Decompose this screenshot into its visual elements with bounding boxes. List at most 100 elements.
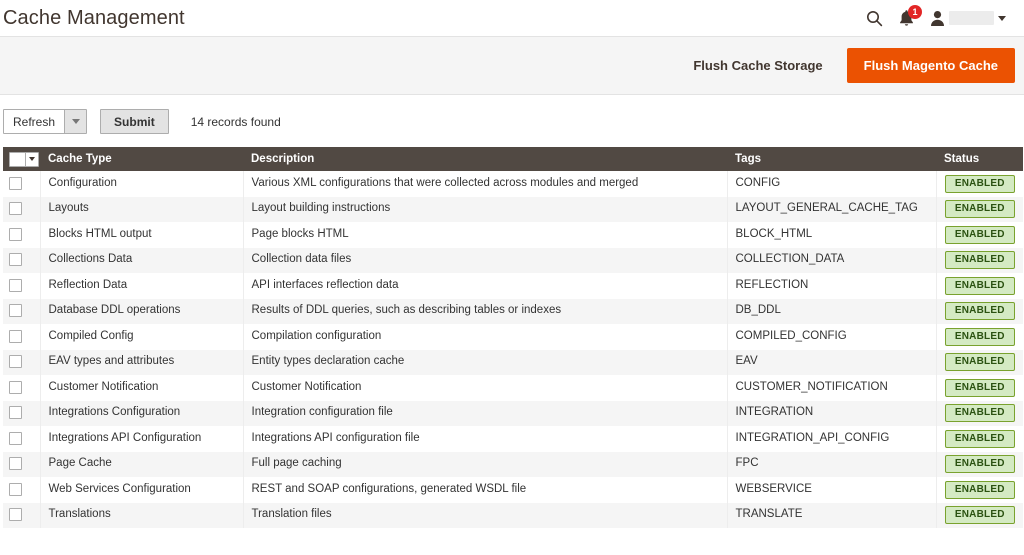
- table-row[interactable]: Compiled Config Compilation configuration…: [3, 324, 1023, 350]
- table-row[interactable]: Layouts Layout building instructions LAYOU…: [3, 196, 1023, 223]
- submit-button[interactable]: Submit: [100, 109, 169, 134]
- tags-cell: FPC: [727, 451, 937, 477]
- status-cell: ENABLED: [936, 350, 1023, 376]
- row-select-cell[interactable]: [3, 222, 41, 248]
- table-row[interactable]: Configuration Various XML configurations …: [3, 171, 1023, 197]
- records-found-label: 14 records found: [190, 114, 281, 129]
- table-row[interactable]: Collections Data Collection data files COL…: [3, 247, 1023, 274]
- row-select-cell[interactable]: [3, 375, 41, 401]
- cache-type-cell: Collections Data: [40, 247, 244, 273]
- table-row[interactable]: Blocks HTML output Page blocks HTML BLOCK_…: [3, 222, 1023, 248]
- row-checkbox[interactable]: [9, 355, 22, 369]
- row-checkbox[interactable]: [9, 227, 22, 241]
- row-checkbox[interactable]: [9, 482, 22, 496]
- table-row[interactable]: Integrations Configuration Integration co…: [3, 400, 1023, 426]
- row-checkbox[interactable]: [9, 329, 22, 343]
- table-row[interactable]: EAV types and attributes Entity types dec…: [3, 349, 1023, 376]
- status-badge: ENABLED: [944, 276, 1015, 295]
- cache-type-cell: Reflection Data: [40, 273, 244, 299]
- description-cell: Customer Notification: [243, 375, 728, 401]
- cache-type-cell: Blocks HTML output: [40, 222, 244, 248]
- description-cell: Translation files: [243, 502, 728, 528]
- select-all-checkbox[interactable]: [10, 152, 25, 166]
- tags-cell: WEBSERVICE: [727, 477, 937, 503]
- row-select-cell[interactable]: [3, 349, 41, 375]
- header-actions: 1: [866, 4, 1010, 28]
- row-select-cell[interactable]: [3, 502, 41, 528]
- grid-toolbar: Refresh Submit 14 records found: [0, 95, 1024, 147]
- grid-header-row: Cache Type Description Tags Status: [3, 147, 1023, 171]
- description-cell: Compilation configuration: [243, 324, 728, 350]
- search-icon[interactable]: [866, 10, 883, 27]
- row-select-cell[interactable]: [3, 298, 41, 324]
- column-header-cache-type[interactable]: Cache Type: [40, 147, 243, 171]
- column-header-tags[interactable]: Tags: [727, 147, 936, 171]
- user-menu[interactable]: [930, 10, 1006, 27]
- description-cell: Integration configuration file: [243, 400, 728, 426]
- status-badge: ENABLED: [944, 251, 1015, 270]
- row-checkbox[interactable]: [9, 431, 22, 445]
- status-cell: ENABLED: [936, 248, 1023, 274]
- tags-cell: REFLECTION: [727, 273, 937, 299]
- status-badge: ENABLED: [944, 200, 1015, 219]
- description-cell: Layout building instructions: [243, 196, 728, 222]
- row-checkbox[interactable]: [9, 176, 22, 190]
- row-checkbox[interactable]: [9, 278, 22, 292]
- cache-type-cell: Integrations Configuration: [40, 400, 244, 426]
- user-icon: [931, 10, 944, 26]
- row-select-cell[interactable]: [3, 426, 41, 452]
- notification-count-badge: 1: [908, 4, 922, 19]
- select-all-control[interactable]: [9, 151, 39, 167]
- status-badge: ENABLED: [944, 455, 1015, 474]
- chevron-down-icon[interactable]: [64, 110, 87, 133]
- row-checkbox[interactable]: [9, 508, 22, 522]
- description-cell: Collection data files: [243, 247, 728, 273]
- row-select-cell[interactable]: [3, 400, 41, 426]
- tags-cell: COLLECTION_DATA: [727, 247, 937, 273]
- table-row[interactable]: Web Services Configuration REST and SOAP …: [3, 477, 1023, 503]
- row-select-cell[interactable]: [3, 171, 41, 197]
- flush-magento-cache-button[interactable]: Flush Magento Cache: [846, 48, 1015, 83]
- table-row[interactable]: Reflection Data API interfaces reflection…: [3, 273, 1023, 299]
- mass-action-select[interactable]: Refresh: [3, 109, 88, 134]
- status-cell: ENABLED: [936, 273, 1023, 299]
- cache-type-cell: Integrations API Configuration: [40, 426, 244, 452]
- row-checkbox[interactable]: [9, 253, 22, 267]
- description-cell: Full page caching: [243, 451, 728, 477]
- chevron-down-icon[interactable]: [998, 15, 1006, 21]
- description-cell: Integrations API configuration file: [243, 426, 728, 452]
- tags-cell: TRANSLATE: [727, 502, 937, 528]
- status-cell: ENABLED: [936, 222, 1023, 248]
- mass-action-selected-label: Refresh: [13, 114, 56, 129]
- description-cell: Results of DDL queries, such as describi…: [243, 298, 728, 324]
- notifications-button[interactable]: 1: [898, 4, 922, 28]
- row-checkbox[interactable]: [9, 304, 22, 318]
- table-row[interactable]: Customer Notification Customer Notificati…: [3, 375, 1023, 401]
- row-checkbox[interactable]: [9, 457, 22, 471]
- cache-type-cell: Database DDL operations: [40, 298, 244, 324]
- tags-cell: DB_DDL: [727, 298, 937, 324]
- row-select-cell[interactable]: [3, 196, 41, 222]
- table-row[interactable]: Page Cache Full page caching FPC ENABLED: [3, 451, 1023, 477]
- table-row[interactable]: Translations Translation files TRANSLATE EN…: [3, 502, 1023, 528]
- status-badge: ENABLED: [944, 429, 1015, 448]
- chevron-down-icon[interactable]: [25, 152, 38, 166]
- row-select-cell[interactable]: [3, 247, 41, 273]
- status-cell: ENABLED: [936, 197, 1023, 223]
- row-checkbox[interactable]: [9, 406, 22, 420]
- table-row[interactable]: Integrations API Configuration Integratio…: [3, 426, 1023, 452]
- cache-type-cell: Page Cache: [40, 451, 244, 477]
- page-actions-bar: Flush Cache Storage Flush Magento Cache: [0, 37, 1024, 95]
- table-row[interactable]: Database DDL operations Results of DDL qu…: [3, 298, 1023, 324]
- flush-cache-storage-button[interactable]: Flush Cache Storage: [677, 49, 838, 82]
- row-select-cell[interactable]: [3, 273, 41, 299]
- row-select-cell[interactable]: [3, 324, 41, 350]
- column-header-description[interactable]: Description: [243, 147, 727, 171]
- row-checkbox[interactable]: [9, 202, 22, 216]
- row-select-cell[interactable]: [3, 477, 41, 503]
- row-select-cell[interactable]: [3, 451, 41, 477]
- column-header-status[interactable]: Status: [936, 147, 1023, 171]
- row-checkbox[interactable]: [9, 380, 22, 394]
- grid-header: Cache Type Description Tags Status: [3, 147, 1023, 171]
- status-cell: ENABLED: [936, 426, 1023, 452]
